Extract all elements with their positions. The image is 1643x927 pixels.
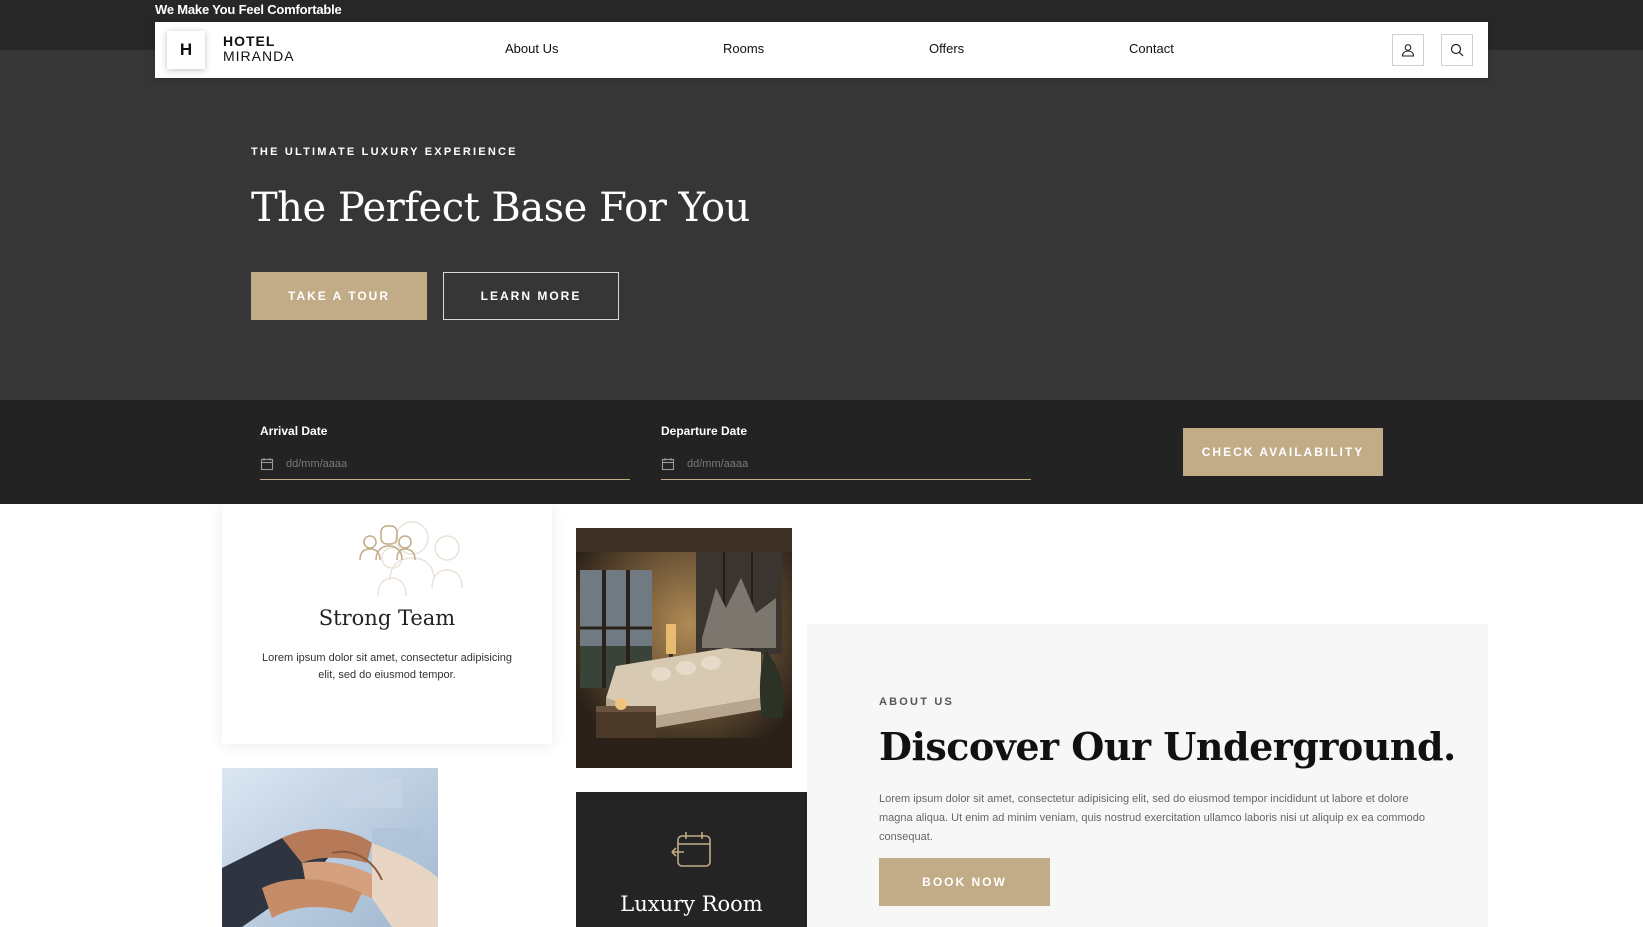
take-a-tour-button[interactable]: TAKE A TOUR bbox=[251, 272, 427, 320]
logo-line-1: HOTEL bbox=[223, 33, 276, 49]
strong-team-text: Lorem ipsum dolor sit amet, consectetur … bbox=[261, 652, 513, 681]
nav-rooms[interactable]: Rooms bbox=[723, 41, 764, 56]
hero-section bbox=[0, 50, 1643, 400]
team-icon bbox=[359, 521, 463, 597]
tagline: We Make You Feel Comfortable bbox=[155, 2, 342, 17]
hero-eyebrow: THE ULTIMATE LUXURY EXPERIENCE bbox=[251, 146, 518, 158]
account-button[interactable] bbox=[1392, 34, 1424, 66]
logo-line-2: MIRANDA bbox=[223, 48, 295, 64]
nav-about-us[interactable]: About Us bbox=[505, 41, 558, 56]
about-title: Discover Our Underground. bbox=[879, 724, 1456, 769]
calendar-icon bbox=[260, 457, 274, 470]
strong-team-card: Strong Team Lorem ipsum dolor sit amet, … bbox=[222, 504, 552, 744]
nav-contact[interactable]: Contact bbox=[1129, 41, 1174, 56]
learn-more-button[interactable]: LEARN MORE bbox=[443, 272, 619, 320]
search-icon bbox=[1450, 43, 1464, 57]
main-navbar: H HOTEL MIRANDA About Us Rooms Offers Co… bbox=[155, 22, 1488, 78]
departure-date-placeholder: dd/mm/aaaa bbox=[687, 457, 749, 470]
calendar-icon bbox=[671, 832, 711, 867]
logo-mark[interactable]: H bbox=[167, 31, 205, 69]
arrival-date-label: Arrival Date bbox=[260, 424, 328, 438]
luxury-room-card: Luxury Room bbox=[576, 792, 807, 927]
about-text: Lorem ipsum dolor sit amet, consectetur … bbox=[879, 793, 1425, 843]
about-section: ABOUT US Discover Our Underground. Lorem… bbox=[807, 624, 1488, 927]
logo-text[interactable]: HOTEL MIRANDA bbox=[223, 34, 295, 64]
departure-date-input[interactable]: dd/mm/aaaa bbox=[661, 448, 1031, 480]
hero-title: The Perfect Base For You bbox=[251, 185, 750, 231]
strong-team-title: Strong Team bbox=[318, 606, 456, 630]
team-hands-photo bbox=[222, 768, 438, 927]
book-now-button[interactable]: BOOK NOW bbox=[879, 858, 1050, 906]
nav-offers[interactable]: Offers bbox=[929, 41, 964, 56]
departure-date-label: Departure Date bbox=[661, 424, 748, 438]
about-eyebrow: ABOUT US bbox=[879, 696, 955, 708]
booking-bar: Arrival Date dd/mm/aaaa Departure Date d… bbox=[0, 400, 1643, 504]
calendar-icon bbox=[661, 457, 675, 470]
arrival-date-input[interactable]: dd/mm/aaaa bbox=[260, 448, 630, 480]
user-icon bbox=[1401, 44, 1415, 57]
search-button[interactable] bbox=[1441, 34, 1473, 66]
arrival-date-placeholder: dd/mm/aaaa bbox=[286, 457, 348, 470]
living-room-photo bbox=[576, 528, 792, 768]
luxury-room-title: Luxury Room bbox=[620, 892, 763, 916]
check-availability-button[interactable]: CHECK AVAILABILITY bbox=[1183, 428, 1383, 476]
